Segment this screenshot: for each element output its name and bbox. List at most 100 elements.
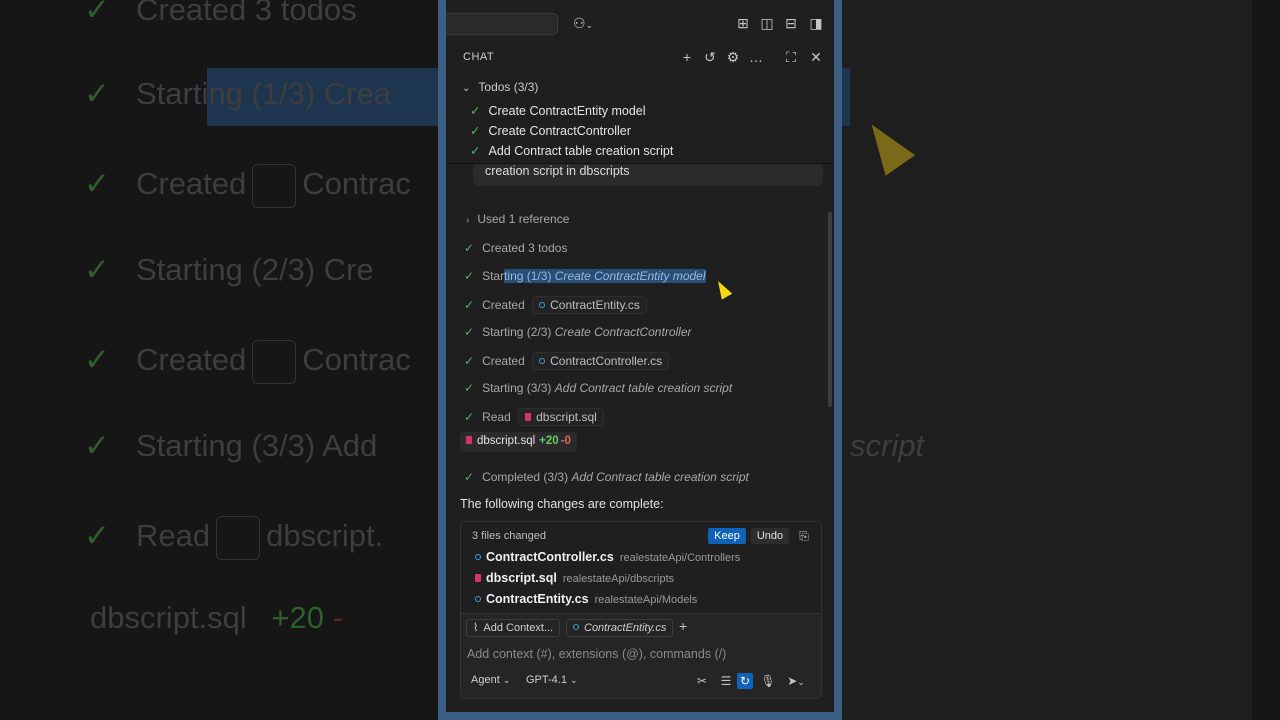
csharp-file-icon (475, 554, 481, 560)
maximize-icon[interactable]: ⛶ (782, 48, 800, 66)
check-icon: ✓ (464, 325, 475, 339)
bg-check-icon: ✓ (84, 252, 110, 287)
model-picker[interactable]: GPT-4.1 ⌄ (526, 674, 578, 686)
mode-picker[interactable]: Agent ⌄ (471, 674, 510, 686)
command-center-search[interactable] (446, 13, 558, 35)
mode-label: Agent (471, 674, 500, 686)
todo-item: ✓ Create ContractController (470, 123, 631, 138)
sql-file-icon (525, 413, 532, 421)
add-file-plus-icon[interactable]: + (679, 618, 687, 634)
microphone-icon[interactable]: 🎙 (760, 673, 776, 689)
tools-icon[interactable]: ✂ (694, 673, 710, 689)
todos-header[interactable]: ⌄ Todos (3/3) (462, 80, 538, 94)
todo-label: Create ContractController (488, 124, 631, 138)
gear-icon[interactable]: ⚙ (724, 48, 742, 66)
bg-line-sql: dbscript.sql +20 - (90, 600, 343, 636)
bg-line-chip: dbscript. (266, 518, 384, 554)
title-bar: ⚇⌄ ⊞ ◫ ⊟ ◨ (446, 0, 834, 46)
used-reference-label: Used 1 reference (477, 212, 570, 226)
bg-line-starting-2: ✓ Starting (2/3) Cre (0, 252, 374, 288)
changed-file-path: realestateApi/Controllers (619, 552, 741, 564)
bg-file-icon (252, 340, 297, 384)
progress-italic: Add Contract table creation script (554, 381, 733, 395)
progress-selected-text: ting (1/3) (504, 269, 555, 283)
progress-row: ✓ Created 3 todos (464, 241, 567, 255)
progress-row: ✓ Starting (1/3) Create ContractEntity mo… (464, 269, 706, 283)
bg-line-text: Starting (1/3) Crea (135, 76, 391, 111)
undo-button[interactable]: Undo (751, 528, 789, 544)
changed-file-row[interactable]: ContractController.cs realestateApi/Contr… (475, 550, 740, 564)
context-file-chip[interactable]: ContractEntity.cs (566, 619, 674, 637)
add-context-label: Add Context... (483, 622, 554, 634)
keep-button[interactable]: Keep (708, 528, 746, 544)
changed-file-row[interactable]: ContractEntity.cs realestateApi/Models (475, 592, 697, 606)
scrollbar[interactable] (828, 212, 832, 407)
plus-icon[interactable]: + (678, 48, 696, 66)
progress-label: Starting (2/3) (482, 325, 555, 339)
bg-line-created-2: ✓ Created Contrac (0, 340, 411, 384)
bg-line-text: Starting (2/3) Cre (135, 252, 374, 287)
bg-line-starting-1: ✓ Starting (1/3) Crea (0, 76, 391, 112)
check-icon: ✓ (470, 144, 481, 158)
bg-line-text: Starting (3/3) Add (135, 428, 378, 463)
check-icon: ✓ (464, 381, 475, 395)
edited-file-name: dbscript.sql (477, 435, 536, 447)
bg-line-minus: - (332, 600, 343, 635)
changed-file-name: dbscript.sql (486, 571, 557, 585)
diff-view-icon[interactable]: ⎘ (796, 528, 812, 544)
bg-line-text: dbscript.sql (90, 600, 247, 635)
changed-file-name: ContractEntity.cs (486, 592, 589, 606)
csharp-file-icon (539, 302, 546, 308)
context-file-label: ContractEntity.cs (584, 622, 667, 634)
bg-check-icon: ✓ (84, 518, 110, 554)
used-reference-row[interactable]: › Used 1 reference (466, 212, 569, 226)
changes-panel: 3 files changed Keep Undo ⎘ ContractCont… (460, 521, 822, 613)
todos-section: ⌄ Todos (3/3) ✓ Create ContractEntity mode… (446, 74, 834, 164)
todo-label: Create ContractEntity model (488, 104, 646, 118)
progress-label: Starting (3/3) (482, 381, 555, 395)
check-icon: ✓ (464, 298, 475, 312)
progress-label: Created (482, 298, 525, 312)
more-icon[interactable]: … (747, 48, 765, 66)
panel-bottom-icon[interactable]: ⊟ (782, 14, 800, 32)
chevron-down-icon: ⌄ (502, 675, 511, 685)
progress-italic: Add Contract table creation script (571, 470, 749, 484)
file-chip[interactable]: ContractEntity.cs (532, 296, 647, 314)
sidebar-left-icon[interactable]: ◫ (758, 14, 776, 32)
file-chip-label: dbscript.sql (536, 410, 597, 424)
list-icon[interactable]: ☰ (718, 673, 734, 689)
progress-row: ✓ Read dbscript.sql (464, 408, 604, 426)
progress-row: ✓ Created ContractEntity.cs (464, 296, 647, 314)
lines-removed: -0 (560, 435, 571, 447)
bg-line-read: ✓ Read dbscript. (0, 516, 383, 560)
send-icon[interactable]: ➤⌄ (783, 673, 809, 689)
changed-file-name: ContractController.cs (486, 550, 614, 564)
history-icon[interactable]: ↺ (701, 48, 719, 66)
chat-input-box: ⌇ Add Context... ContractEntity.cs + Add … (460, 613, 822, 699)
layout-icon[interactable]: ⊞ (734, 14, 752, 32)
progress-label: Read (482, 410, 511, 424)
chat-title: CHAT (463, 51, 495, 63)
bg-check-icon: ✓ (84, 342, 110, 378)
chat-panel: ⚇⌄ ⊞ ◫ ⊟ ◨ CHAT + ↺ ⚙ … ⛶ ✕ creation scr… (446, 0, 834, 712)
chat-input[interactable]: Add context (#), extensions (@), command… (467, 647, 726, 661)
sidebar-right-icon[interactable]: ◨ (807, 14, 825, 32)
close-icon[interactable]: ✕ (807, 48, 825, 66)
check-icon: ✓ (464, 269, 475, 283)
copilot-icon[interactable]: ⚇⌄ (568, 14, 598, 32)
progress-row: ✓ Starting (2/3) Create ContractControlle… (464, 325, 692, 339)
file-chip-label: ContractEntity.cs (550, 298, 640, 312)
progress-label: Completed (3/3) (482, 470, 572, 484)
changed-file-path: realestateApi/Models (594, 594, 698, 606)
changed-file-row[interactable]: dbscript.sql realestateApi/dbscripts (475, 571, 674, 585)
file-chip[interactable]: ContractController.cs (532, 352, 670, 370)
auto-approve-icon[interactable]: ↻ (737, 673, 753, 689)
bg-check-icon: ✓ (84, 76, 110, 111)
check-icon: ✓ (464, 241, 475, 255)
add-context-button[interactable]: ⌇ Add Context... (466, 619, 561, 637)
edited-file-chip[interactable]: dbscript.sql +20 -0 (460, 432, 577, 452)
progress-italic: Create ContractController (554, 325, 692, 339)
file-chip[interactable]: dbscript.sql (518, 408, 604, 426)
changed-file-path: realestateApi/dbscripts (562, 573, 675, 585)
chat-header: CHAT + ↺ ⚙ … ⛶ ✕ (446, 46, 834, 68)
